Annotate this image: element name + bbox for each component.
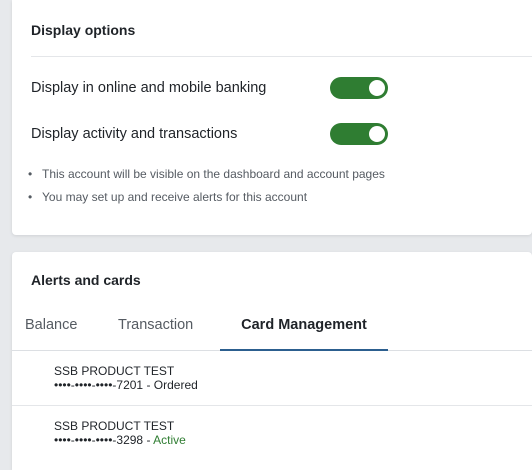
card-detail: ••••-••••-••••-3298 - Active — [54, 433, 532, 447]
masked-card-number: ••••-••••-••••-7201 — [54, 378, 144, 392]
card-name: SSB PRODUCT TEST — [54, 419, 175, 433]
status-separator: - — [143, 378, 154, 392]
card-status: Ordered — [153, 378, 198, 392]
toggle-knob — [369, 126, 385, 142]
activity-transactions-label: Display activity and transactions — [31, 126, 238, 142]
card-detail: ••••-••••-••••-7201 - Ordered — [54, 378, 532, 392]
tab-transaction[interactable]: Transaction — [118, 308, 193, 350]
masked-card-number: ••••-••••-••••-3298 — [54, 433, 144, 447]
display-options-card: Display options Display in online and mo… — [12, 0, 532, 235]
toggle-knob — [369, 80, 385, 96]
display-options-title: Display options — [31, 22, 136, 38]
alerts-tab-bar: Balance Transaction Card Management — [12, 308, 532, 351]
online-banking-label: Display in online and mobile banking — [31, 80, 267, 96]
section-divider — [31, 56, 532, 57]
note-dashboard-visibility: This account will be visible on the dash… — [28, 163, 385, 186]
display-notes-list: This account will be visible on the dash… — [28, 163, 385, 209]
tab-card-management[interactable]: Card Management — [220, 308, 388, 351]
status-separator: - — [143, 433, 154, 447]
activity-transactions-toggle[interactable] — [330, 123, 388, 145]
card-status-active: Active — [153, 433, 186, 447]
toggle-row-activity: Display activity and transactions — [31, 119, 411, 149]
alerts-and-cards-card: Alerts and cards Balance Transaction Car… — [12, 252, 532, 470]
list-item[interactable]: SSB PRODUCT TEST ••••-••••-••••-7201 - O… — [12, 351, 532, 405]
tab-balance[interactable]: Balance — [25, 308, 77, 350]
toggle-row-online-banking: Display in online and mobile banking — [31, 73, 411, 103]
card-name: SSB PRODUCT TEST — [54, 364, 175, 378]
alerts-and-cards-title: Alerts and cards — [31, 272, 141, 288]
list-item[interactable]: SSB PRODUCT TEST ••••-••••-••••-3298 - A… — [12, 405, 532, 459]
online-banking-toggle[interactable] — [330, 77, 388, 99]
card-list: SSB PRODUCT TEST ••••-••••-••••-7201 - O… — [12, 351, 532, 459]
note-alerts: You may set up and receive alerts for th… — [28, 186, 385, 209]
